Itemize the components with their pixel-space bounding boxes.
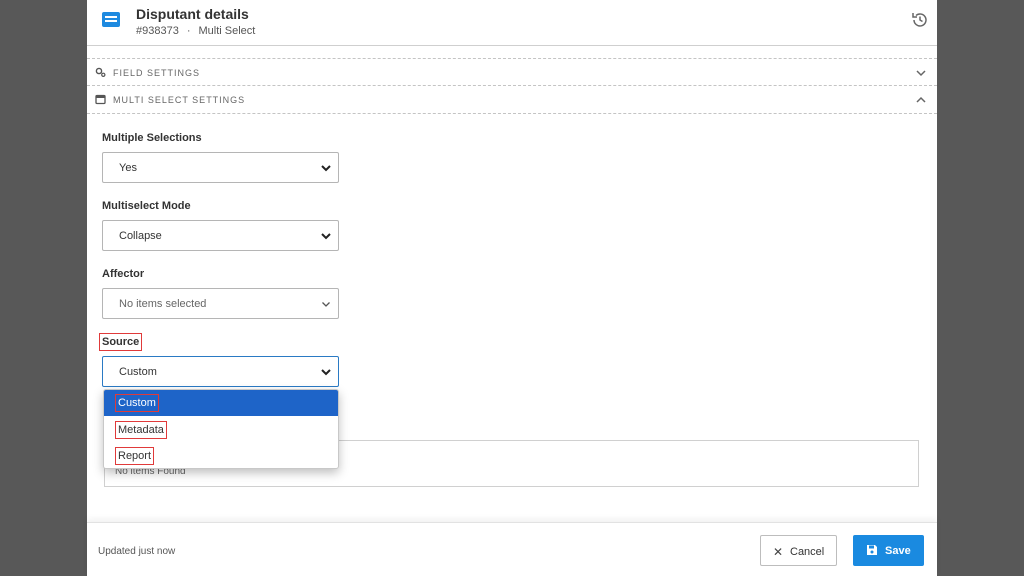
floppy-disk-icon bbox=[867, 545, 877, 555]
section-multi-select-settings[interactable]: MULTI SELECT SETTINGS bbox=[87, 86, 937, 114]
save-status: Updated just now bbox=[98, 546, 176, 557]
chevron-down-icon bbox=[321, 165, 331, 172]
save-button-label: Save bbox=[885, 545, 911, 557]
select-value: No items selected bbox=[119, 298, 207, 310]
field-meta: #938373 · Multi Select bbox=[136, 25, 255, 37]
chevron-down-icon bbox=[321, 233, 331, 240]
field-editor-panel: Disputant details #938373 · Multi Select F… bbox=[87, 0, 937, 576]
window-icon bbox=[95, 94, 106, 105]
chevron-down-icon bbox=[321, 369, 331, 376]
page-title: Disputant details bbox=[136, 6, 249, 22]
option-label: Custom bbox=[115, 394, 159, 412]
section-field-settings[interactable]: FIELD SETTINGS bbox=[87, 58, 937, 86]
close-icon: ✕ bbox=[773, 545, 784, 559]
separator: · bbox=[186, 25, 191, 37]
field-type: Multi Select bbox=[198, 25, 256, 37]
source-dropdown-menu: Custom Metadata Report bbox=[103, 389, 339, 469]
chevron-down-icon[interactable] bbox=[915, 67, 927, 79]
select-value: Custom bbox=[119, 366, 157, 378]
section-label: MULTI SELECT SETTINGS bbox=[113, 95, 246, 105]
option-label: Metadata bbox=[115, 421, 167, 439]
option-label: Report bbox=[114, 447, 155, 465]
select-value: Yes bbox=[119, 162, 137, 174]
dropdown-option-metadata[interactable]: Metadata bbox=[104, 417, 338, 443]
cancel-button-label: Cancel bbox=[790, 546, 825, 558]
field-id: #938373 bbox=[136, 25, 179, 37]
chevron-down-icon bbox=[322, 302, 330, 307]
history-icon[interactable] bbox=[911, 11, 929, 29]
form-icon bbox=[102, 12, 120, 27]
gears-icon bbox=[95, 67, 106, 78]
cancel-button[interactable]: ✕ Cancel bbox=[760, 535, 837, 566]
multiple-selections-label: Multiple Selections bbox=[102, 132, 202, 144]
select-value: Collapse bbox=[119, 230, 162, 242]
dropdown-option-report[interactable]: Report bbox=[104, 443, 338, 468]
chevron-up-icon[interactable] bbox=[915, 94, 927, 106]
panel-header: Disputant details #938373 · Multi Select bbox=[87, 0, 937, 46]
panel-footer: Updated just now ✕ Cancel Save bbox=[87, 522, 937, 576]
source-select[interactable]: Custom bbox=[102, 356, 339, 387]
affector-label: Affector bbox=[102, 268, 145, 280]
multiselect-mode-label: Multiselect Mode bbox=[102, 200, 191, 212]
multiple-selections-select[interactable]: Yes bbox=[102, 152, 339, 183]
save-button[interactable]: Save bbox=[853, 535, 924, 566]
dropdown-option-custom[interactable]: Custom bbox=[104, 390, 338, 416]
multiselect-mode-select[interactable]: Collapse bbox=[102, 220, 339, 251]
affector-multiselect[interactable]: No items selected bbox=[102, 288, 339, 319]
source-label: Source bbox=[98, 333, 143, 351]
section-label: FIELD SETTINGS bbox=[113, 68, 201, 78]
